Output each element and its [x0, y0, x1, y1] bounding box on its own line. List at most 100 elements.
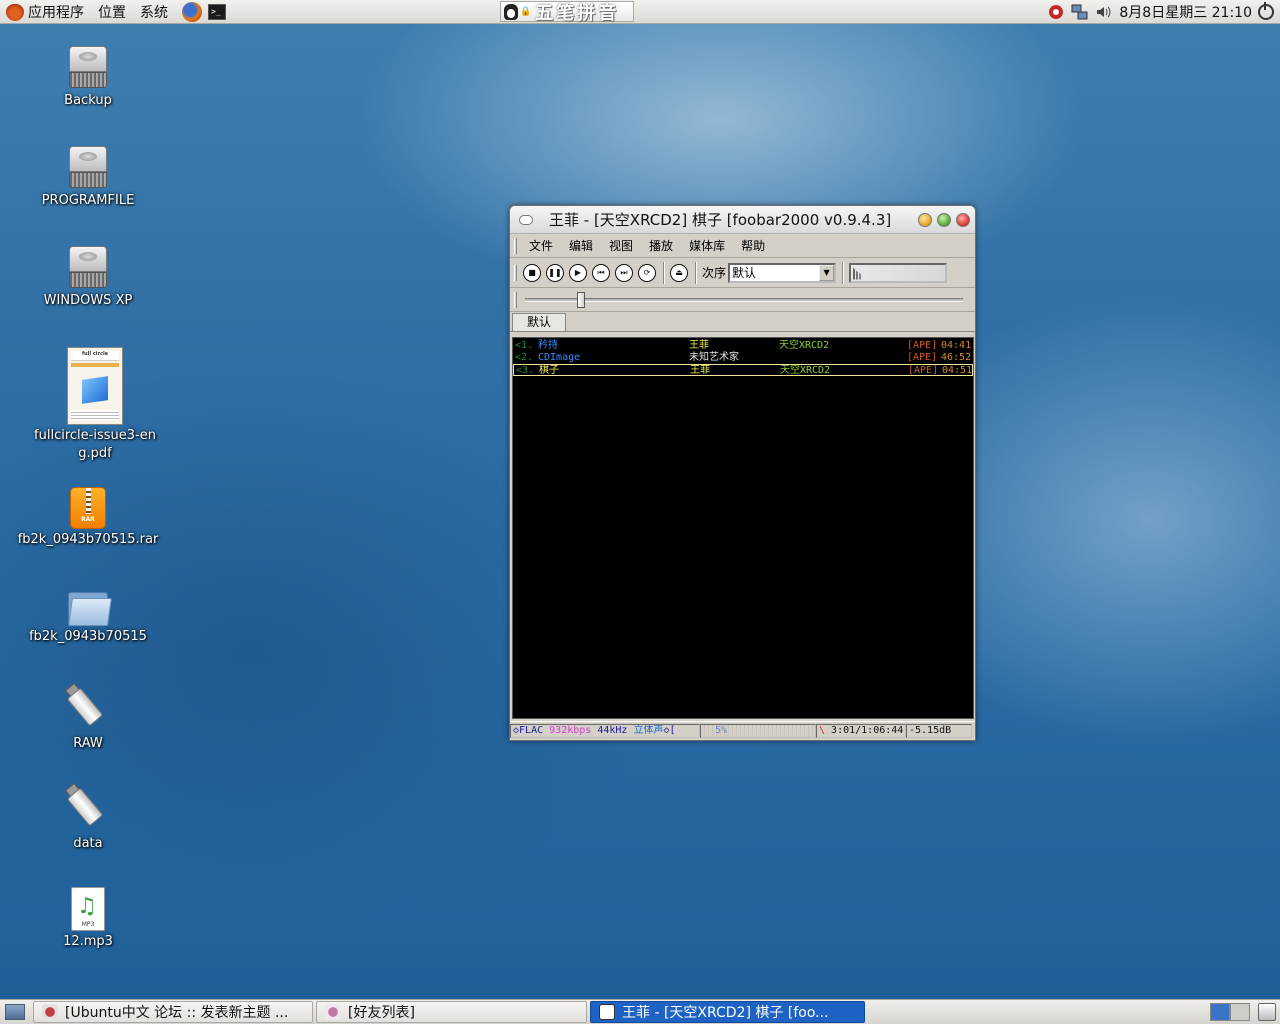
- playlist-row[interactable]: <2. CDImage 未知艺术家 [APE] 46:52: [513, 352, 973, 364]
- workspace-1[interactable]: [1210, 1003, 1230, 1021]
- previous-button[interactable]: ⏮: [592, 263, 610, 282]
- random-button[interactable]: ⟳: [638, 263, 656, 282]
- desktop-icon-raw[interactable]: RAW: [13, 682, 163, 753]
- track-title: 矜持: [538, 340, 558, 351]
- chevron-down-icon[interactable]: ▼: [819, 264, 835, 281]
- close-button[interactable]: [956, 212, 970, 227]
- spectrum-visualizer: [849, 262, 948, 283]
- status-bar: ◇FLAC 932kbps 44kHz 立体声◇[ 5% \ 3:01/1:06…: [510, 721, 975, 739]
- desktop-icon-data[interactable]: data: [13, 782, 163, 853]
- track-artist: 未知艺术家: [689, 352, 739, 363]
- network-status-icon[interactable]: [1071, 3, 1089, 21]
- hard-drive-icon: [67, 46, 109, 90]
- window-titlebar[interactable]: 王菲 - [天空XRCD2] 棋子 [foobar2000 v0.9.4.3]: [510, 206, 975, 234]
- desktop-icon-backup[interactable]: Backup: [13, 46, 163, 110]
- menu-playback[interactable]: 播放: [649, 237, 673, 254]
- play-button[interactable]: ▶: [569, 263, 587, 282]
- firefox-launcher-icon[interactable]: [182, 1, 202, 22]
- desktop-icon-label: fb2k_0943b70515: [29, 629, 147, 644]
- mp3-file-icon: MP3: [71, 887, 105, 931]
- desktop-icon-rar[interactable]: RAR fb2k_0943b70515.rar: [13, 487, 163, 549]
- stop-button[interactable]: ■: [523, 263, 541, 282]
- minimize-button[interactable]: [918, 212, 932, 227]
- menu-view[interactable]: 视图: [609, 237, 633, 254]
- menu-system[interactable]: 系统: [140, 2, 168, 22]
- rar-badge: RAR: [81, 516, 95, 523]
- toolbar-grip[interactable]: [514, 291, 517, 308]
- usb-drive-icon: [64, 682, 112, 733]
- taskbar-item-foobar[interactable]: 王菲 - [天空XRCD2] 棋子 [foo...: [590, 1001, 865, 1023]
- playback-toolbar: ■ ❚❚ ▶ ⏮ ⏭ ⟳ ⏏ 次序 默认 ▼: [510, 258, 975, 288]
- track-format: [APE]: [907, 340, 938, 351]
- terminal-launcher-icon[interactable]: >_: [208, 3, 226, 20]
- track-format: [APE]: [908, 365, 939, 376]
- desktop-icon-label: PROGRAMFILE: [41, 193, 135, 208]
- seekbar-thumb[interactable]: [576, 291, 585, 308]
- window-menu-icon[interactable]: [519, 214, 533, 225]
- desktop-icon-mp3[interactable]: MP3 12.mp3: [13, 887, 163, 951]
- desktop-icon-label: fb2k_0943b70515.rar: [17, 532, 159, 547]
- trash-icon[interactable]: [1258, 1003, 1276, 1021]
- menu-places[interactable]: 位置: [98, 2, 126, 22]
- gnome-foot-icon[interactable]: [6, 2, 24, 21]
- status-bitrate: 932kbps: [549, 724, 592, 736]
- track-album: 天空XRCD2: [779, 340, 830, 351]
- taskbar-item-buddy-list[interactable]: [好友列表]: [316, 1001, 587, 1023]
- workspace-2[interactable]: [1230, 1003, 1250, 1021]
- status-time-segment: \ 3:01/1:06:44: [816, 723, 906, 738]
- network-manager-icon[interactable]: [1047, 3, 1065, 21]
- ime-mode-label: 五笔拼音: [535, 2, 620, 24]
- usb-drive-icon: [64, 782, 112, 833]
- next-button[interactable]: ⏭: [615, 263, 633, 282]
- track-artist: 王菲: [690, 365, 710, 376]
- mp3-badge: MP3: [81, 921, 95, 928]
- toolbar-grip[interactable]: [514, 237, 517, 254]
- status-progress: 5%: [700, 723, 816, 738]
- show-desktop-icon[interactable]: [5, 1004, 25, 1020]
- track-duration: 46:52: [941, 352, 972, 363]
- browser-icon: [42, 1004, 58, 1020]
- desktop-icon-folder[interactable]: fb2k_0943b70515: [13, 586, 163, 646]
- foobar-window: 王菲 - [天空XRCD2] 棋子 [foobar2000 v0.9.4.3] …: [509, 205, 976, 741]
- track-format: [APE]: [907, 352, 938, 363]
- top-panel: 应用程序 位置 系统 >_ 🔒 五笔拼音 8月8日星期三 21:10: [0, 0, 1280, 24]
- desktop-icon-label: fullcircle-issue3-eng.pdf: [34, 428, 156, 461]
- playback-order-select[interactable]: 默认 ▼: [728, 262, 837, 283]
- menu-library[interactable]: 媒体库: [689, 237, 725, 254]
- input-method-bar[interactable]: 🔒 五笔拼音: [500, 1, 634, 24]
- power-icon[interactable]: [1258, 2, 1274, 20]
- status-gain: -5.15dB: [906, 723, 972, 738]
- desktop-icon-programfile[interactable]: PROGRAMFILE: [13, 146, 163, 210]
- menu-edit[interactable]: 编辑: [569, 237, 593, 254]
- status-channels: 立体声: [633, 724, 664, 736]
- system-tray: 8月8日星期三 21:10: [1047, 0, 1280, 24]
- menu-applications[interactable]: 应用程序: [28, 2, 84, 22]
- toolbar-separator: [663, 261, 665, 284]
- tab-default-playlist[interactable]: 默认: [512, 313, 567, 331]
- seekbar[interactable]: [525, 291, 963, 308]
- foobar-icon: [599, 1004, 615, 1020]
- desktop-icon-pdf[interactable]: full circle fullcircle-issue3-eng.pdf: [20, 347, 170, 463]
- volume-icon[interactable]: [1095, 3, 1113, 21]
- desktop-icon-label: 12.mp3: [63, 934, 113, 949]
- playlist-view[interactable]: <1. 矜持 王菲 天空XRCD2 [APE] 04:41 <2. CDImag…: [512, 337, 974, 719]
- rar-archive-icon: RAR: [70, 487, 106, 529]
- folder-icon: [66, 586, 112, 626]
- pause-button[interactable]: ❚❚: [546, 263, 564, 282]
- track-duration: 04:51: [942, 365, 973, 376]
- hard-drive-icon: [67, 146, 109, 190]
- playlist-row-active[interactable]: <3. 棋子 王菲 天空XRCD2 [APE] 04:51: [513, 364, 973, 376]
- menu-file[interactable]: 文件: [529, 237, 553, 254]
- maximize-button[interactable]: [937, 212, 951, 227]
- order-label: 次序: [702, 266, 727, 280]
- hard-drive-icon: [67, 246, 109, 290]
- desktop-icon-windows-xp[interactable]: WINDOWS XP: [13, 246, 163, 310]
- open-button[interactable]: ⏏: [670, 263, 688, 282]
- playlist-row[interactable]: <1. 矜持 王菲 天空XRCD2 [APE] 04:41: [513, 340, 973, 352]
- clock[interactable]: 8月8日星期三 21:10: [1119, 2, 1252, 22]
- toolbar-grip[interactable]: [514, 264, 517, 281]
- taskbar-item-browser[interactable]: [Ubuntu中文 论坛 :: 发表新主题 ...: [33, 1001, 313, 1023]
- taskbar-item-label: [好友列表]: [348, 1005, 415, 1021]
- menu-help[interactable]: 帮助: [741, 237, 765, 254]
- messenger-icon: [325, 1004, 341, 1020]
